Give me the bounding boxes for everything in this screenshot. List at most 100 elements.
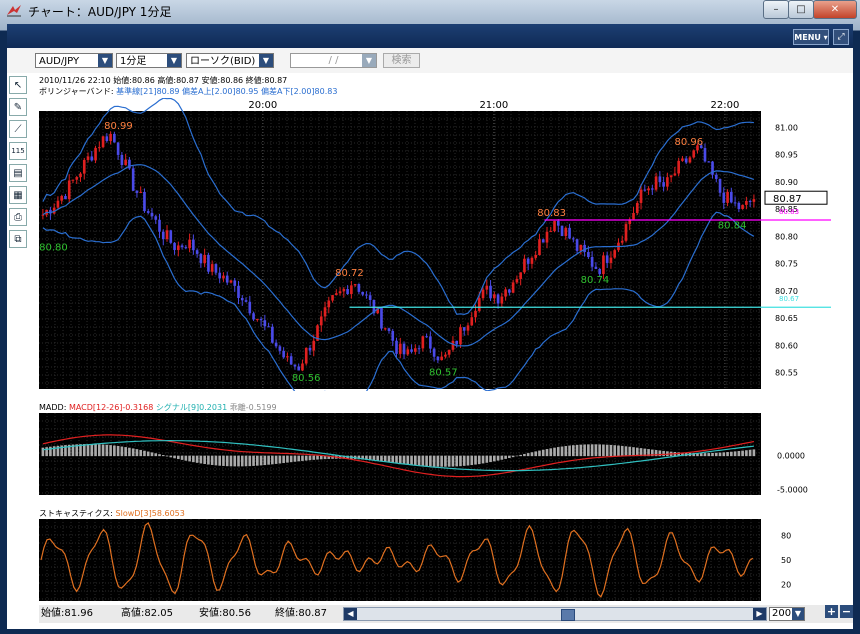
divergence-bar — [714, 452, 718, 457]
price-annotation: 80.83 — [537, 208, 566, 219]
chevron-down-icon[interactable]: ▼ — [167, 54, 181, 67]
zoom-in-button[interactable]: + — [825, 605, 838, 618]
candle-body — [387, 328, 391, 331]
minimize-button[interactable]: – — [763, 0, 789, 19]
divergence-bar — [154, 453, 158, 457]
interval-select[interactable]: 1分足 ▼ — [116, 53, 182, 68]
copy-tool-icon[interactable]: ⧉ — [9, 230, 27, 248]
divergence-bar — [90, 444, 94, 457]
y-tick-label: 80.90 — [775, 178, 798, 187]
divergence-bar — [282, 455, 285, 464]
candle-body — [666, 177, 669, 187]
candle-body — [184, 247, 188, 249]
title-bar[interactable]: チャート：AUD/JPY 1分足 – □ ✕ — [0, 0, 860, 22]
divergence-bar — [240, 455, 244, 467]
candle-body — [414, 348, 417, 352]
divergence-bar — [560, 446, 564, 457]
app-logo-icon — [7, 5, 21, 17]
divergence-bar — [481, 455, 485, 464]
zoom-select-value: 200 — [772, 608, 792, 619]
y-tick-label: 0.0000 — [777, 452, 805, 461]
slowd-value: SlowD[3]58.6053 — [115, 509, 185, 518]
plot-background — [39, 519, 761, 601]
bollinger-label: ボリンジャーバンド: — [39, 87, 114, 96]
divergence-bar — [391, 455, 395, 463]
cursor-tool-icon[interactable]: ↖ — [9, 76, 27, 94]
list-tool-icon[interactable]: ▤ — [9, 164, 27, 182]
chevron-down-icon[interactable]: ▼ — [792, 608, 804, 620]
divergence-bar — [526, 453, 530, 457]
divergence-bar — [737, 451, 741, 457]
divergence-bar — [707, 453, 711, 457]
divergence-bar — [195, 455, 199, 463]
macd-value: MACD[12-26]-0.3168 — [68, 403, 154, 412]
zoom-out-button[interactable]: − — [840, 605, 853, 618]
candle-body — [188, 239, 191, 249]
divergence-bar — [726, 452, 729, 457]
candle-body — [485, 285, 489, 290]
candle-body — [553, 220, 556, 232]
scroll-thumb[interactable] — [560, 609, 575, 621]
price-annotation: 80.80 — [39, 242, 68, 253]
divergence-bar — [255, 455, 259, 466]
y-tick-label: -5.0000 — [777, 485, 808, 494]
divergence-bar — [609, 444, 613, 457]
candle-body — [195, 250, 199, 254]
divergence-bar — [602, 444, 605, 457]
divergence-bar — [139, 449, 143, 457]
candle-body — [541, 239, 545, 243]
divergence-bar — [553, 447, 556, 457]
candle-body — [161, 231, 165, 240]
divergence-bar — [165, 455, 169, 457]
divergence-bar — [534, 451, 538, 457]
candle-body — [225, 275, 229, 283]
divergence-bar — [146, 451, 150, 457]
menu-button[interactable]: MENU ▾ — [793, 29, 829, 45]
candle-body — [342, 289, 346, 292]
divergence-bar — [293, 455, 297, 462]
candle-body — [113, 133, 116, 143]
candle-body — [293, 364, 297, 367]
scroll-left-icon[interactable]: ◀ — [344, 608, 357, 620]
pencil-tool-icon[interactable]: ✎ — [9, 98, 27, 116]
candle-body — [432, 348, 436, 357]
candle-body — [737, 202, 741, 209]
candle-body — [515, 278, 519, 283]
scroll-right-icon[interactable]: ▶ — [753, 608, 766, 620]
divergence-bar — [278, 455, 282, 464]
time-scrollbar[interactable]: ◀ ▶ — [343, 607, 767, 621]
table-tool-icon[interactable]: ▦ — [9, 186, 27, 204]
maximize-button[interactable]: □ — [788, 0, 814, 19]
candle-body — [714, 174, 718, 179]
date-input[interactable]: / / ▼ — [290, 53, 377, 68]
divergence-bar — [301, 455, 304, 461]
calendar-dropdown-icon[interactable]: ▼ — [362, 54, 376, 67]
stochastic-chart[interactable]: 80 50 20 — [39, 519, 831, 603]
line-tool-icon[interactable]: ⟋ — [9, 120, 27, 138]
divergence-bar — [470, 455, 474, 466]
divergence-bar — [583, 444, 586, 457]
candle-body — [271, 326, 274, 343]
candle-body — [398, 343, 402, 354]
candle-body — [609, 257, 613, 263]
candle-body — [748, 200, 752, 202]
candle-body — [436, 356, 440, 361]
divergence-bar — [97, 444, 101, 457]
ruler-tool-icon[interactable]: 115 — [9, 142, 27, 160]
header-bar: MENU ▾ ⤢ — [7, 24, 853, 48]
candle-body — [357, 284, 361, 292]
close-button[interactable]: ✕ — [813, 0, 857, 19]
chart-type-select[interactable]: ローソク(BID) ▼ — [186, 53, 274, 68]
chevron-down-icon[interactable]: ▼ — [98, 54, 112, 67]
expand-icon[interactable]: ⤢ — [833, 29, 849, 45]
candle-body — [643, 189, 647, 191]
candle-body — [496, 294, 500, 304]
zoom-select[interactable]: 200 ▼ — [769, 607, 805, 621]
candle-body — [402, 343, 406, 355]
chevron-down-icon[interactable]: ▼ — [259, 54, 273, 67]
macd-chart[interactable]: 0.0000 -5.0000 — [39, 413, 831, 497]
pair-select[interactable]: AUD/JPY ▼ — [35, 53, 113, 68]
price-chart[interactable]: 80.99 80.80 80.72 80.56 80.57 80.83 80.74 80.96… — [39, 98, 831, 391]
search-button[interactable]: 検索 — [383, 53, 420, 68]
print-tool-icon[interactable]: ⎙ — [9, 208, 27, 226]
